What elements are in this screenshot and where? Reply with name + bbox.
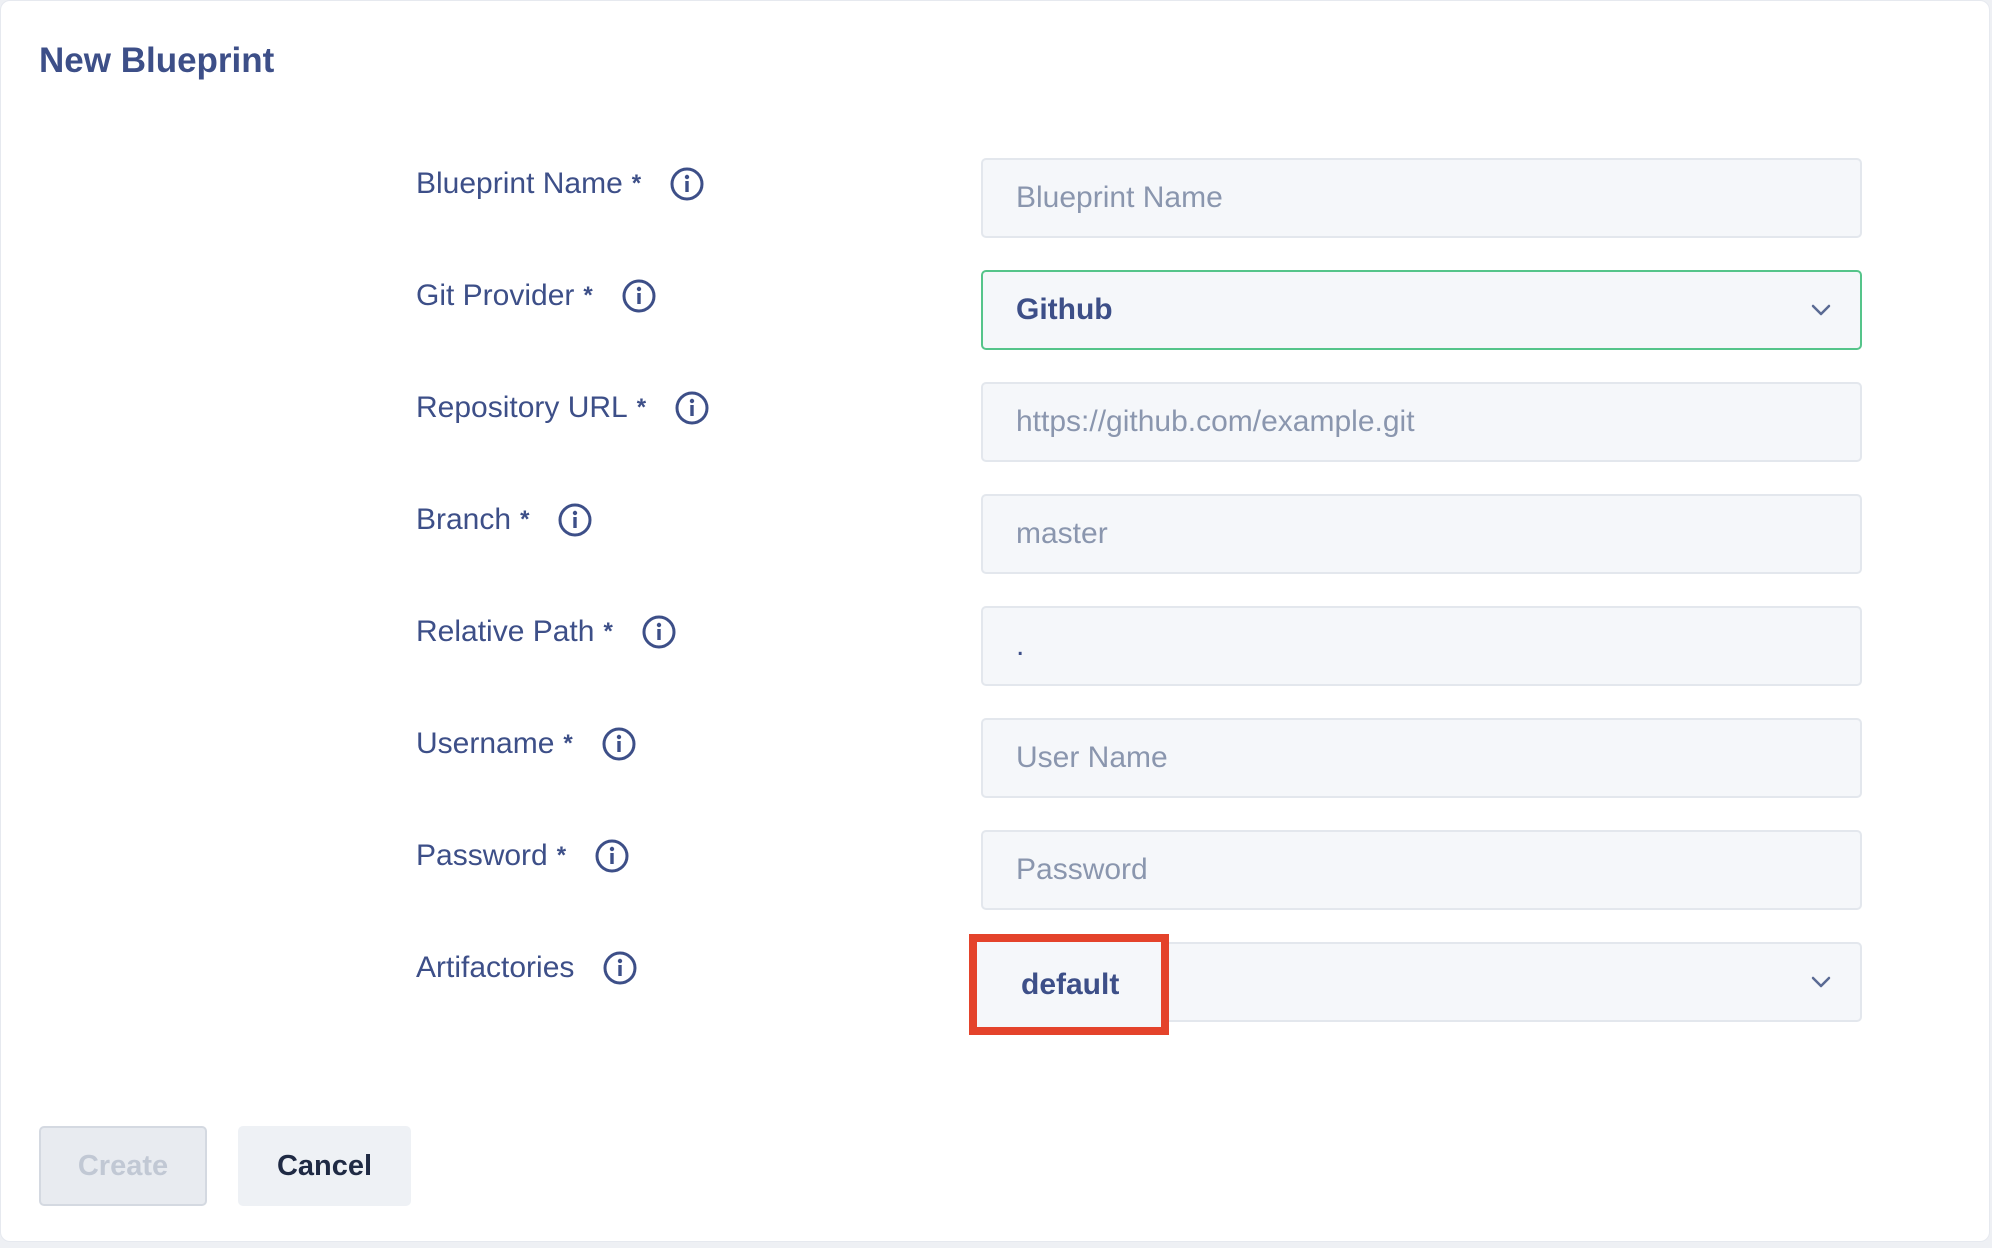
blueprint-name-label: Blueprint Name	[416, 167, 623, 200]
row-repository-url: Repository URL *	[1, 382, 1989, 462]
row-username: Username *	[1, 718, 1989, 798]
info-icon[interactable]	[601, 726, 637, 762]
git-provider-value: Github	[1016, 293, 1113, 326]
row-branch: Branch *	[1, 494, 1989, 574]
create-button[interactable]: Create	[39, 1126, 207, 1206]
repository-url-input[interactable]	[1016, 405, 1860, 439]
chevron-down-icon	[1811, 304, 1831, 316]
required-marker: *	[583, 282, 593, 309]
password-input[interactable]	[1016, 853, 1860, 887]
branch-label: Branch	[416, 503, 512, 536]
info-icon[interactable]	[594, 838, 630, 874]
git-provider-label: Git Provider	[416, 279, 575, 312]
row-relative-path: Relative Path *	[1, 606, 1989, 686]
password-label: Password	[416, 839, 548, 872]
info-icon[interactable]	[669, 166, 705, 202]
cancel-button[interactable]: Cancel	[238, 1126, 411, 1206]
username-input[interactable]	[1016, 741, 1860, 775]
row-password: Password *	[1, 830, 1989, 910]
row-git-provider: Git Provider * Github	[1, 270, 1989, 350]
required-marker: *	[636, 394, 647, 421]
row-blueprint-name: Blueprint Name *	[1, 158, 1989, 238]
info-icon[interactable]	[557, 502, 593, 538]
page-title: New Blueprint	[39, 41, 275, 80]
required-marker: *	[603, 618, 613, 645]
blueprint-name-input[interactable]	[1016, 181, 1860, 215]
branch-input[interactable]	[1016, 517, 1860, 551]
info-icon[interactable]	[674, 390, 710, 426]
relative-path-input[interactable]	[1016, 629, 1860, 663]
relative-path-label: Relative Path	[416, 615, 595, 648]
blueprint-name-input-wrapper	[981, 158, 1862, 238]
new-blueprint-panel: New Blueprint Blueprint Name * Git Provi…	[0, 0, 1990, 1242]
repository-url-label: Repository URL	[416, 391, 628, 424]
required-marker: *	[631, 170, 642, 197]
username-label: Username	[416, 727, 555, 760]
repository-url-input-wrapper	[981, 382, 1862, 462]
git-provider-select[interactable]: Github	[981, 270, 1862, 350]
required-marker: *	[520, 506, 530, 533]
username-input-wrapper	[981, 718, 1862, 798]
branch-input-wrapper	[981, 494, 1862, 574]
relative-path-input-wrapper	[981, 606, 1862, 686]
password-input-wrapper	[981, 830, 1862, 910]
required-marker: *	[563, 730, 573, 757]
artifactories-highlight-box[interactable]: default	[969, 934, 1169, 1035]
info-icon[interactable]	[621, 278, 657, 314]
info-icon[interactable]	[602, 950, 638, 986]
chevron-down-icon	[1811, 976, 1831, 988]
info-icon[interactable]	[641, 614, 677, 650]
artifactories-value: default	[1021, 967, 1120, 1001]
required-marker: *	[556, 842, 567, 869]
artifactories-label: Artifactories	[416, 951, 575, 984]
